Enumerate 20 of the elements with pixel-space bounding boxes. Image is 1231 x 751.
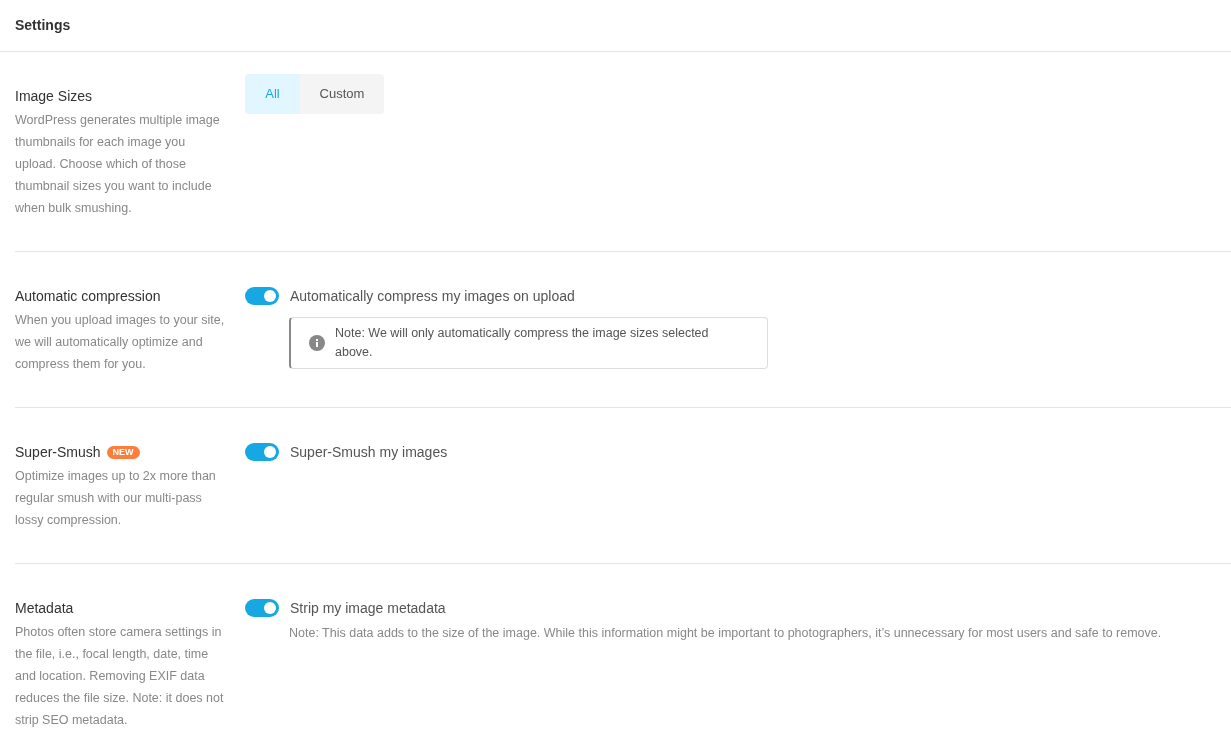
section-title: Image Sizes: [15, 87, 93, 106]
notice-text: Note: We will only automatically compress the image sizes selected above.: [335, 325, 710, 361]
toggle-label: Automatically compress my images on upload: [290, 287, 575, 306]
section-title: Super-Smush: [15, 443, 101, 462]
page-title: Settings: [15, 16, 71, 35]
section-title: Metadata: [15, 599, 74, 618]
section-description: Optimize images up to 2x more than regular smush with our multi-pass lossy compression.: [15, 468, 217, 529]
section-title: Automatic compression: [15, 287, 161, 306]
info-icon: [309, 335, 325, 351]
section-description: When you upload images to your site, we will automatically optimize and compress them for you.: [15, 312, 225, 373]
note-text: Note: This data adds to the size of the image. While this information might be important to photographers, it’s unnecessary for most users and safe to remove.: [289, 625, 1163, 642]
toggle-switch[interactable]: [245, 443, 279, 461]
toggle-switch[interactable]: [245, 599, 279, 617]
new-badge: NEW: [106, 445, 140, 459]
toggle-label: Super-Smush my images: [290, 443, 448, 462]
section-description: WordPress generates multiple image thumbnails for each image you upload. Choose which of those thumbnail sizes you want to include when bulk smushing.: [15, 112, 221, 217]
toggle-label: Strip my image metadata: [290, 599, 446, 618]
segment-tab[interactable]: Custom: [300, 74, 384, 114]
toggle-switch[interactable]: [245, 287, 279, 305]
section-description: Photos often store camera settings in the file, i.e., focal length, date, time and location. Removing EXIF data reduces the file size. Note: it does not strip SEO metadata.: [15, 624, 225, 729]
